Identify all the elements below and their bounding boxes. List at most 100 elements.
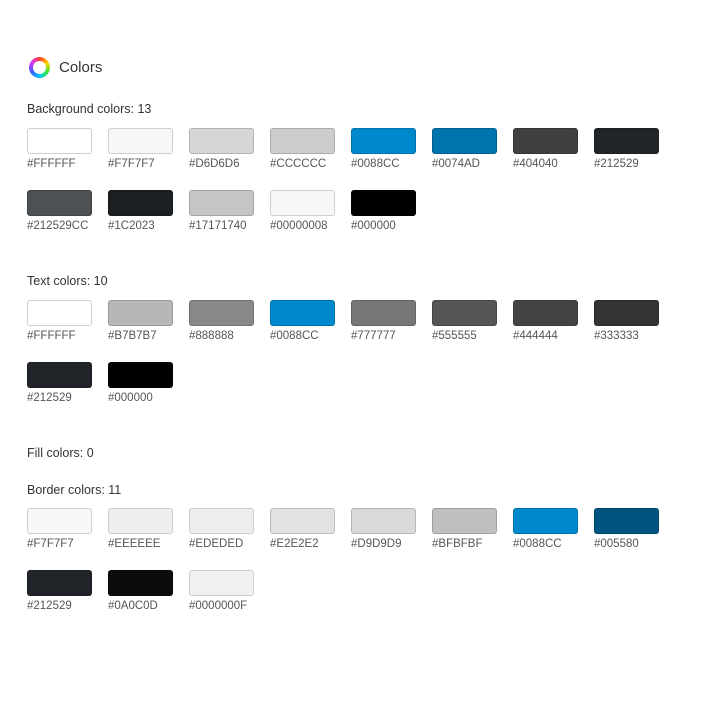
- color-hex-label: #F7F7F7: [108, 158, 155, 170]
- color-swatch[interactable]: [108, 570, 173, 596]
- color-swatch[interactable]: [594, 300, 659, 326]
- color-hex-label: #444444: [513, 330, 558, 342]
- color-hex-label: #777777: [351, 330, 396, 342]
- color-hex-label: #1C2023: [108, 220, 155, 232]
- color-swatch[interactable]: [189, 128, 254, 154]
- color-swatch-item[interactable]: #0088CC: [513, 508, 587, 550]
- color-swatch[interactable]: [270, 508, 335, 534]
- color-swatch-item[interactable]: #EDEDED: [189, 508, 263, 550]
- color-hex-label: #0074AD: [432, 158, 480, 170]
- color-swatch-item[interactable]: #EEEEEE: [108, 508, 182, 550]
- color-hex-label: #404040: [513, 158, 558, 170]
- color-swatch-item[interactable]: #BFBFBF: [432, 508, 506, 550]
- color-swatch[interactable]: [351, 300, 416, 326]
- color-swatch[interactable]: [513, 128, 578, 154]
- color-hex-label: #005580: [594, 538, 639, 550]
- color-hex-label: #D6D6D6: [189, 158, 240, 170]
- color-swatch[interactable]: [27, 570, 92, 596]
- color-swatch-item[interactable]: #000000: [108, 362, 182, 404]
- color-hex-label: #EEEEEE: [108, 538, 161, 550]
- color-swatch[interactable]: [270, 300, 335, 326]
- color-swatch[interactable]: [270, 128, 335, 154]
- color-swatch-item[interactable]: #FFFFFF: [27, 300, 101, 342]
- color-swatch[interactable]: [594, 508, 659, 534]
- color-swatch[interactable]: [351, 190, 416, 216]
- background-colors-label: Background colors: 13: [27, 102, 152, 116]
- color-hex-label: #BFBFBF: [432, 538, 483, 550]
- color-swatch-item[interactable]: #888888: [189, 300, 263, 342]
- color-swatch-item[interactable]: #F7F7F7: [108, 128, 182, 170]
- color-swatch-item[interactable]: #E2E2E2: [270, 508, 344, 550]
- color-swatch[interactable]: [189, 300, 254, 326]
- color-swatch[interactable]: [432, 300, 497, 326]
- color-hex-label: #F7F7F7: [27, 538, 74, 550]
- color-swatch[interactable]: [27, 190, 92, 216]
- color-swatch-item[interactable]: #212529: [27, 570, 101, 612]
- color-swatch-item[interactable]: #333333: [594, 300, 668, 342]
- color-swatch[interactable]: [432, 128, 497, 154]
- color-swatch[interactable]: [108, 128, 173, 154]
- color-swatch[interactable]: [270, 190, 335, 216]
- border-colors-label: Border colors: 11: [27, 483, 122, 497]
- color-hex-label: #212529CC: [27, 220, 89, 232]
- color-swatch[interactable]: [27, 300, 92, 326]
- color-swatch[interactable]: [27, 362, 92, 388]
- color-swatch-item[interactable]: #0088CC: [351, 128, 425, 170]
- color-swatch-item[interactable]: #D6D6D6: [189, 128, 263, 170]
- color-hex-label: #0A0C0D: [108, 600, 158, 612]
- color-swatch-item[interactable]: #00000008: [270, 190, 344, 232]
- color-swatch[interactable]: [432, 508, 497, 534]
- color-swatch-item[interactable]: #0074AD: [432, 128, 506, 170]
- color-hex-label: #17171740: [189, 220, 247, 232]
- color-swatch[interactable]: [189, 508, 254, 534]
- color-swatch-item[interactable]: #444444: [513, 300, 587, 342]
- color-swatch-item[interactable]: #1C2023: [108, 190, 182, 232]
- color-swatch[interactable]: [189, 190, 254, 216]
- color-hex-label: #555555: [432, 330, 477, 342]
- color-swatch-item[interactable]: #17171740: [189, 190, 263, 232]
- color-swatch-item[interactable]: #212529: [27, 362, 101, 404]
- color-swatch[interactable]: [108, 508, 173, 534]
- page-header: Colors: [29, 57, 102, 78]
- color-swatch[interactable]: [108, 190, 173, 216]
- color-swatch[interactable]: [189, 570, 254, 596]
- color-swatch[interactable]: [27, 508, 92, 534]
- color-swatch[interactable]: [351, 508, 416, 534]
- color-hex-label: #B7B7B7: [108, 330, 157, 342]
- color-swatch[interactable]: [513, 300, 578, 326]
- color-hex-label: #D9D9D9: [351, 538, 402, 550]
- page-title: Colors: [59, 59, 103, 76]
- color-swatch-item[interactable]: #404040: [513, 128, 587, 170]
- color-swatch[interactable]: [27, 128, 92, 154]
- color-swatch-item[interactable]: #000000: [351, 190, 425, 232]
- color-swatch-item[interactable]: #CCCCCC: [270, 128, 344, 170]
- color-swatch-item[interactable]: #0088CC: [270, 300, 344, 342]
- color-swatch[interactable]: [108, 300, 173, 326]
- text-colors-label: Text colors: 10: [27, 274, 108, 288]
- color-hex-label: #00000008: [270, 220, 328, 232]
- color-swatch-item[interactable]: #212529: [594, 128, 668, 170]
- color-swatch-item[interactable]: #555555: [432, 300, 506, 342]
- color-swatch[interactable]: [351, 128, 416, 154]
- color-hex-label: #000000: [351, 220, 396, 232]
- color-hex-label: #212529: [27, 600, 72, 612]
- color-hex-label: #212529: [27, 392, 72, 404]
- color-swatch[interactable]: [594, 128, 659, 154]
- color-swatch-item[interactable]: #B7B7B7: [108, 300, 182, 342]
- color-hex-label: #888888: [189, 330, 234, 342]
- color-swatch-item[interactable]: #FFFFFF: [27, 128, 101, 170]
- color-hex-label: #0000000F: [189, 600, 248, 612]
- color-hex-label: #0088CC: [513, 538, 562, 550]
- color-swatch-item[interactable]: #D9D9D9: [351, 508, 425, 550]
- color-swatch-item[interactable]: #212529CC: [27, 190, 101, 232]
- color-swatch[interactable]: [108, 362, 173, 388]
- color-hex-label: #212529: [594, 158, 639, 170]
- color-swatch-item[interactable]: #0000000F: [189, 570, 263, 612]
- color-hex-label: #333333: [594, 330, 639, 342]
- color-hex-label: #000000: [108, 392, 153, 404]
- color-swatch[interactable]: [513, 508, 578, 534]
- color-swatch-item[interactable]: #F7F7F7: [27, 508, 101, 550]
- color-swatch-item[interactable]: #777777: [351, 300, 425, 342]
- color-swatch-item[interactable]: #0A0C0D: [108, 570, 182, 612]
- color-swatch-item[interactable]: #005580: [594, 508, 668, 550]
